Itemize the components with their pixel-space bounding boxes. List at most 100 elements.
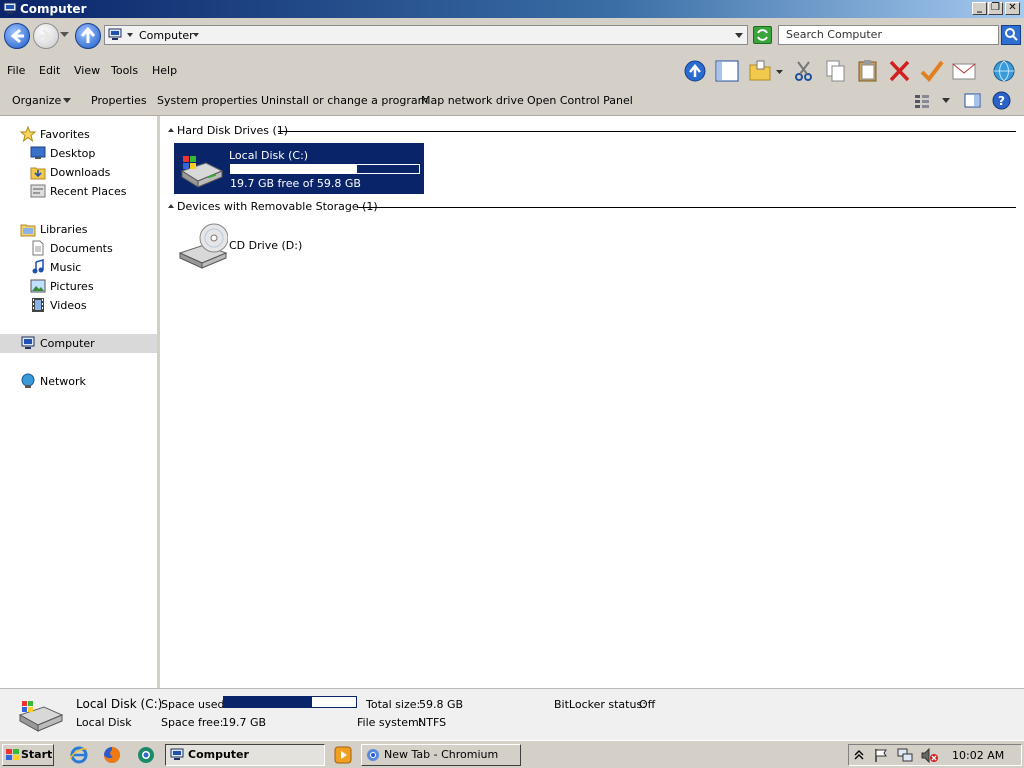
refresh-icon: [757, 29, 768, 41]
clock[interactable]: 10:02 AM: [952, 749, 1004, 762]
computer-icon: [21, 336, 35, 349]
taskbar-computer-label: Computer: [188, 748, 249, 761]
firefox-icon[interactable]: [103, 746, 121, 764]
taskbar-computer-button[interactable]: Computer: [165, 744, 325, 766]
command-bar: Organize Properties System properties Un…: [0, 86, 1024, 116]
cd-drive-icon: [178, 223, 228, 269]
nav-desktop[interactable]: Desktop: [0, 144, 157, 163]
nav-label: Network: [40, 375, 86, 388]
drive-name: CD Drive (D:): [229, 239, 303, 252]
space-free-value: 19.7 GB: [222, 716, 267, 729]
group-header-hard-disk-drives[interactable]: Hard Disk Drives (1): [177, 124, 288, 137]
nav-downloads[interactable]: Downloads: [0, 163, 157, 182]
videos-icon: [32, 298, 44, 312]
network-status-icon[interactable]: [897, 748, 913, 763]
details-pane: Local Disk (C:) Local Disk Space used: S…: [0, 688, 1024, 740]
drive-tile-cd-drive-d[interactable]: CD Drive (D:): [174, 219, 424, 271]
group-header-removable-storage[interactable]: Devices with Removable Storage (1): [177, 200, 378, 213]
address-bar[interactable]: Computer: [104, 25, 748, 45]
copy-icon[interactable]: [823, 59, 849, 83]
minimize-button[interactable]: _: [972, 2, 987, 15]
space-free-label: Space free:: [161, 716, 224, 729]
view-options-chevron-icon[interactable]: [942, 98, 950, 103]
uninstall-program-button[interactable]: Uninstall or change a program: [261, 94, 428, 107]
nav-favorites[interactable]: Favorites: [0, 125, 157, 144]
nav-recent-places[interactable]: Recent Places: [0, 182, 157, 201]
space-used-bar: [223, 696, 357, 708]
system-properties-button[interactable]: System properties: [157, 94, 258, 107]
hard-drive-icon: [180, 156, 224, 188]
space-used-label: Space used:: [161, 698, 229, 711]
drive-tile-local-disk-c[interactable]: Local Disk (C:) 19.7 GB free of 59.8 GB: [174, 143, 424, 194]
refresh-button[interactable]: [753, 26, 772, 44]
forward-button[interactable]: [33, 23, 59, 49]
menu-edit[interactable]: Edit: [39, 64, 60, 77]
collapse-group-icon[interactable]: [168, 128, 174, 132]
nav-computer[interactable]: Computer: [0, 334, 157, 353]
help-icon[interactable]: ?: [992, 91, 1011, 110]
menu-view[interactable]: View: [74, 64, 100, 77]
open-control-panel-button[interactable]: Open Control Panel: [527, 94, 633, 107]
drive-usage-bar: [230, 164, 420, 174]
organize-button[interactable]: Organize: [12, 94, 61, 107]
search-button[interactable]: [1001, 25, 1021, 45]
dropdown-chevron-icon[interactable]: [776, 70, 783, 75]
taskbar-chromium-button[interactable]: New Tab - Chromium: [361, 744, 521, 766]
file-system-label: File system:: [357, 716, 423, 729]
change-view-icon[interactable]: [914, 93, 930, 109]
web-browser-icon[interactable]: [137, 746, 155, 764]
recent-pages-chevron-icon[interactable]: [60, 32, 69, 38]
restore-button[interactable]: ❐: [988, 2, 1003, 15]
start-label: Start: [21, 748, 53, 761]
properties-button[interactable]: Properties: [91, 94, 147, 107]
collapse-group-icon[interactable]: [168, 204, 174, 208]
nav-libraries[interactable]: Libraries: [0, 220, 157, 239]
menu-tools[interactable]: Tools: [111, 64, 138, 77]
address-dropdown-icon[interactable]: [735, 33, 743, 38]
windows-logo-icon: [6, 749, 19, 760]
forward-arrow-icon: [39, 28, 53, 44]
star-icon: [20, 126, 36, 142]
internet-explorer-icon[interactable]: [70, 746, 88, 764]
nav-network[interactable]: Network: [0, 372, 157, 391]
folder-icon[interactable]: [748, 59, 774, 83]
delete-icon[interactable]: [887, 59, 913, 83]
show-hidden-icons-icon[interactable]: [854, 749, 864, 761]
downloads-folder-icon: [30, 167, 46, 180]
search-icon: [1005, 28, 1018, 41]
nav-documents[interactable]: Documents: [0, 239, 157, 258]
view-pane-icon[interactable]: [714, 59, 740, 83]
globe-icon[interactable]: [991, 59, 1017, 83]
computer-icon: [108, 28, 122, 40]
breadcrumb-chevron-icon[interactable]: [193, 33, 199, 38]
nav-label: Videos: [50, 299, 87, 312]
drive-usage-fill: [231, 165, 357, 173]
breadcrumb-chevron-icon[interactable]: [127, 33, 133, 38]
volume-muted-icon[interactable]: [921, 748, 939, 763]
up-button[interactable]: [75, 23, 101, 49]
preview-pane-icon[interactable]: [964, 92, 981, 109]
nav-pictures[interactable]: Pictures: [0, 277, 157, 296]
check-icon[interactable]: [919, 59, 945, 83]
organize-chevron-icon[interactable]: [63, 98, 71, 103]
start-button[interactable]: Start: [2, 744, 54, 766]
breadcrumb-computer[interactable]: Computer: [139, 29, 194, 42]
up-icon[interactable]: [683, 59, 709, 83]
close-button[interactable]: ✕: [1005, 2, 1020, 15]
pictures-icon: [30, 279, 46, 293]
media-player-icon[interactable]: [334, 746, 352, 764]
nav-music[interactable]: Music: [0, 258, 157, 277]
menu-file[interactable]: File: [7, 64, 25, 77]
up-arrow-icon: [80, 26, 96, 43]
search-input[interactable]: Search Computer: [778, 25, 999, 45]
back-button[interactable]: [4, 23, 30, 49]
map-network-drive-button[interactable]: Map network drive: [421, 94, 524, 107]
cut-icon[interactable]: [791, 59, 817, 83]
menu-help[interactable]: Help: [152, 64, 177, 77]
nav-videos[interactable]: Videos: [0, 296, 157, 315]
libraries-icon: [20, 224, 36, 237]
action-center-flag-icon[interactable]: [873, 748, 889, 763]
mail-icon[interactable]: [951, 59, 977, 83]
paste-icon[interactable]: [855, 59, 881, 83]
navigation-pane: Favorites Desktop Downloads Recent Place…: [0, 116, 157, 688]
